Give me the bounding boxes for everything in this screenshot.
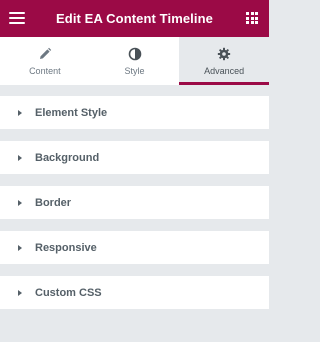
section-background[interactable]: Background	[0, 141, 269, 174]
panel-header: Edit EA Content Timeline	[0, 0, 269, 37]
caret-right-icon	[18, 244, 22, 251]
tab-style[interactable]: Style	[89, 37, 180, 85]
tab-content[interactable]: Content	[0, 37, 90, 85]
grid-icon[interactable]	[246, 12, 258, 24]
caret-right-icon	[18, 154, 22, 161]
half-circle-icon	[128, 47, 141, 61]
section-label: Custom CSS	[35, 286, 102, 299]
section-custom-css[interactable]: Custom CSS	[0, 276, 269, 309]
caret-right-icon	[18, 109, 22, 116]
section-label: Responsive	[35, 241, 97, 254]
section-responsive[interactable]: Responsive	[0, 231, 269, 264]
section-list: Element Style Background Border Responsi…	[0, 96, 269, 321]
caret-right-icon	[18, 289, 22, 296]
tab-advanced-label: Advanced	[204, 66, 245, 76]
tab-style-label: Style	[124, 66, 145, 76]
section-border[interactable]: Border	[0, 186, 269, 219]
caret-right-icon	[18, 199, 22, 206]
tab-content-label: Content	[29, 66, 61, 76]
pencil-icon	[39, 47, 52, 59]
gear-icon	[217, 47, 231, 61]
hamburger-icon[interactable]	[9, 12, 25, 24]
panel-tabs: Content Style Advanced	[0, 37, 270, 85]
panel-title: Edit EA Content Timeline	[56, 11, 213, 26]
section-element-style[interactable]: Element Style	[0, 96, 269, 129]
section-label: Element Style	[35, 106, 108, 119]
section-label: Background	[35, 151, 100, 164]
tab-advanced[interactable]: Advanced	[179, 37, 270, 85]
section-label: Border	[35, 196, 72, 209]
